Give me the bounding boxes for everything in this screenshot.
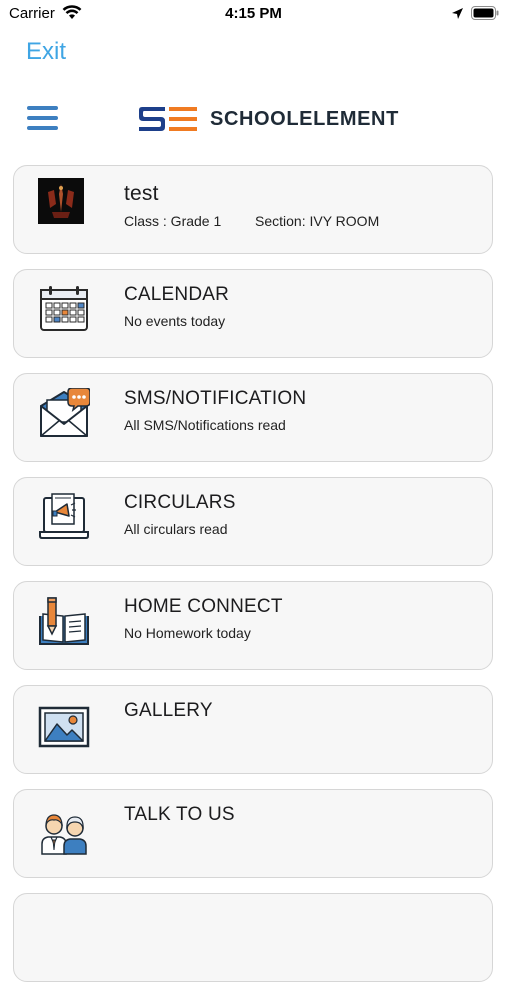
next-menu-card-partial[interactable] (13, 893, 493, 982)
student-section: Section: IVY ROOM (255, 213, 380, 229)
gallery-title: GALLERY (124, 700, 213, 721)
clock: 4:15 PM (225, 5, 282, 22)
gallery-card[interactable]: GALLERY (13, 685, 493, 774)
calendar-icon (40, 286, 88, 331)
exit-button[interactable]: Exit (26, 38, 66, 66)
calendar-card[interactable]: CALENDAR No events today (13, 269, 493, 358)
circulars-card[interactable]: CIRCULARS All circulars read (13, 477, 493, 566)
circulars-title: CIRCULARS (124, 492, 236, 513)
hamburger-menu-icon[interactable] (27, 106, 59, 134)
people-icon (41, 814, 87, 855)
status-bar: Carrier 4:15 PM (0, 0, 507, 30)
battery-icon (471, 6, 499, 20)
megaphone-laptop-icon (39, 493, 89, 539)
calendar-title: CALENDAR (124, 284, 230, 305)
student-avatar (38, 178, 84, 224)
student-class: Class : Grade 1 (124, 213, 222, 229)
schoolelement-logo-mark (139, 107, 197, 131)
home-connect-card[interactable]: HOME CONNECT No Homework today (13, 581, 493, 670)
location-arrow-icon (452, 8, 463, 19)
talk-to-us-title: TALK TO US (124, 804, 235, 825)
book-pencil-icon (39, 597, 89, 645)
app-logo: SCHOOLELEMENT (137, 103, 399, 135)
home-connect-subtitle: No Homework today (124, 625, 251, 641)
sms-notification-card[interactable]: SMS/NOTIFICATION All SMS/Notifications r… (13, 373, 493, 462)
sms-notification-subtitle: All SMS/Notifications read (124, 417, 286, 433)
logo-text: SCHOOLELEMENT (210, 107, 399, 130)
picture-icon (38, 706, 90, 748)
home-connect-title: HOME CONNECT (124, 596, 283, 617)
student-profile-card[interactable]: test Class : Grade 1 Section: IVY ROOM (13, 165, 493, 254)
sms-notification-title: SMS/NOTIFICATION (124, 388, 307, 409)
circulars-subtitle: All circulars read (124, 521, 228, 537)
calendar-subtitle: No events today (124, 313, 226, 329)
talk-to-us-card[interactable]: TALK TO US (13, 789, 493, 878)
student-name: test (124, 182, 159, 205)
envelope-chat-icon (40, 388, 90, 437)
